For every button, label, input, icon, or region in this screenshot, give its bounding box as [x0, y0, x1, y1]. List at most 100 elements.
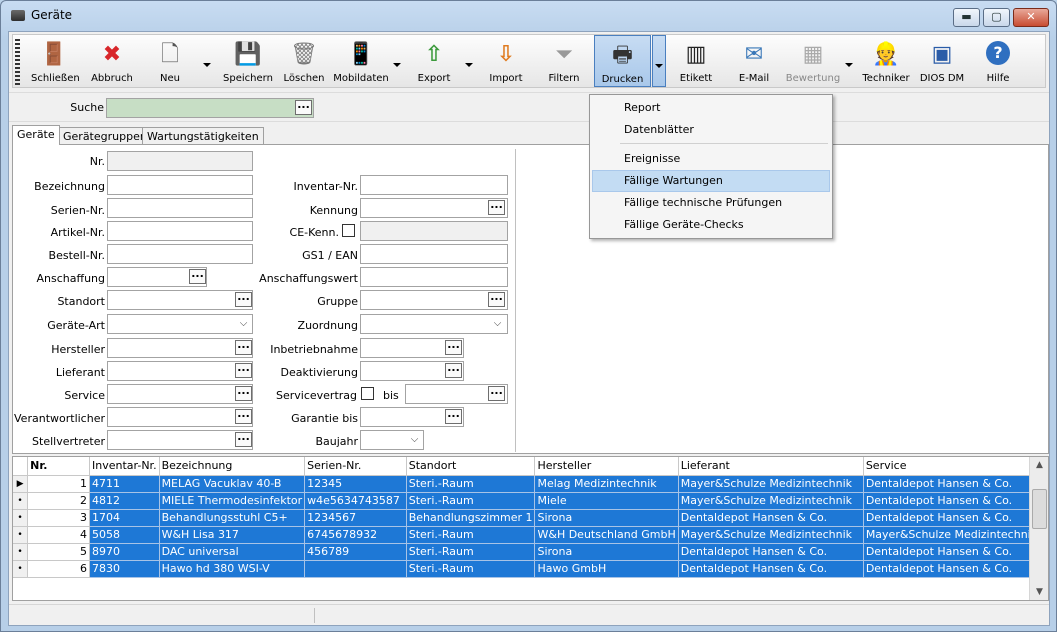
table-row[interactable]: • 3 1704 Behandlungsstuhl C5+ 1234567 Be… — [13, 509, 1048, 527]
cell-hersteller[interactable]: Sirona — [534, 509, 679, 527]
search-input[interactable] — [106, 98, 314, 118]
cell-seriennr[interactable]: 6745678932 — [304, 526, 407, 544]
anschaffung-date-button[interactable]: ... — [189, 268, 206, 284]
inbetriebnahme-date-button[interactable]: ... — [445, 339, 462, 355]
cell-service[interactable]: Mayer&Schulze Medizintechnik — [863, 526, 1048, 544]
cell-bezeichnung[interactable]: MELAG Vacuklav 40-B — [159, 475, 306, 493]
cell-standort[interactable]: Behandlungszimmer 1 — [406, 509, 536, 527]
cell-standort[interactable]: Steri.-Raum — [406, 560, 536, 578]
neu-dropdown-arrow[interactable] — [203, 63, 211, 67]
cell-seriennr[interactable]: w4e5634743587 — [304, 492, 407, 510]
table-row[interactable]: • 2 4812 MIELE Thermodesinfektor w4e5634… — [13, 492, 1048, 510]
servicevertrag-checkbox[interactable] — [361, 387, 374, 400]
cell-nr[interactable]: 2 — [27, 492, 91, 510]
menu-item-faellige-wartungen[interactable]: Fällige Wartungen — [592, 170, 830, 192]
verantwortlicher-field[interactable] — [107, 407, 253, 427]
toolbar-grip[interactable] — [15, 39, 20, 85]
drucken-button[interactable]: 🖶 Drucken — [594, 35, 651, 87]
tab-wartungstaetigkeiten[interactable]: Wartungstätigkeiten — [142, 127, 264, 145]
cell-lieferant[interactable]: Dentaldepot Hansen & Co. — [678, 543, 864, 561]
col-header-service[interactable]: Service — [863, 457, 1048, 476]
mobildaten-button[interactable]: 📱 Mobildaten — [333, 35, 389, 87]
cell-service[interactable]: Dentaldepot Hansen & Co. — [863, 560, 1048, 578]
cekenn-checkbox[interactable] — [342, 224, 355, 237]
chevron-down-icon[interactable]: ⌵ — [489, 315, 506, 333]
cell-lieferant[interactable]: Dentaldepot Hansen & Co. — [678, 509, 864, 527]
cell-hersteller[interactable]: Sirona — [534, 543, 679, 561]
scroll-down-icon[interactable]: ▼ — [1030, 584, 1048, 600]
minimize-button[interactable]: ▬ — [953, 8, 980, 27]
kennung-ellipsis-button[interactable]: ... — [488, 199, 505, 215]
col-header-seriennr[interactable]: Serien-Nr. — [304, 457, 407, 476]
chevron-down-icon[interactable]: ⌵ — [406, 431, 423, 449]
tab-geraetegruppen[interactable]: Gerätegruppen — [58, 127, 152, 145]
gruppe-ellipsis-button[interactable]: ... — [488, 291, 505, 307]
verantwortlicher-ellipsis-button[interactable]: ... — [235, 408, 252, 424]
cell-hersteller[interactable]: Miele — [534, 492, 679, 510]
filtern-button[interactable]: ⏷ Filtern — [541, 35, 587, 87]
cell-service[interactable]: Dentaldepot Hansen & Co. — [863, 475, 1048, 493]
col-header-standort[interactable]: Standort — [406, 457, 536, 476]
lieferant-ellipsis-button[interactable]: ... — [235, 362, 252, 378]
lieferant-field[interactable] — [107, 361, 253, 381]
cell-bezeichnung[interactable]: MIELE Thermodesinfektor — [159, 492, 306, 510]
cell-standort[interactable]: Steri.-Raum — [406, 492, 536, 510]
col-header-nr[interactable]: Nr. — [27, 457, 91, 476]
title-bar[interactable]: Geräte ▬ ▢ ✕ — [1, 1, 1056, 29]
standort-ellipsis-button[interactable]: ... — [235, 291, 252, 307]
cell-nr[interactable]: 5 — [27, 543, 91, 561]
cell-standort[interactable]: Steri.-Raum — [406, 543, 536, 561]
cell-inventarnr[interactable]: 7830 — [89, 560, 160, 578]
cell-seriennr[interactable]: 1234567 — [304, 509, 407, 527]
export-button[interactable]: ⇧ Export — [411, 35, 457, 87]
neu-button[interactable]: 🗋 Neu — [147, 35, 193, 87]
col-header-lieferant[interactable]: Lieferant — [678, 457, 864, 476]
table-row[interactable]: • 6 7830 Hawo hd 380 WSI-V Steri.-Raum H… — [13, 560, 1048, 578]
gruppe-field[interactable] — [360, 290, 508, 310]
cell-service[interactable]: Dentaldepot Hansen & Co. — [863, 492, 1048, 510]
deaktivierung-date-button[interactable]: ... — [445, 362, 462, 378]
cell-inventarnr[interactable]: 5058 — [89, 526, 160, 544]
kennung-field[interactable] — [360, 198, 508, 218]
cell-inventarnr[interactable]: 4812 — [89, 492, 160, 510]
cell-seriennr[interactable] — [304, 560, 407, 578]
zuordnung-select[interactable] — [360, 314, 508, 334]
artikelnr-field[interactable] — [107, 221, 253, 241]
table-vertical-scrollbar[interactable]: ▲ ▼ — [1029, 457, 1048, 600]
cell-nr[interactable]: 6 — [27, 560, 91, 578]
close-window-button[interactable]: ✕ — [1013, 8, 1049, 27]
menu-item-datenblaetter[interactable]: Datenblätter — [592, 119, 830, 141]
diosdm-button[interactable]: ▣ DIOS DM — [917, 35, 967, 87]
email-button[interactable]: ✉ E-Mail — [729, 35, 779, 87]
col-header-hersteller[interactable]: Hersteller — [534, 457, 679, 476]
cell-lieferant[interactable]: Mayer&Schulze Medizintechnik — [678, 526, 864, 544]
hilfe-button[interactable]: ? Hilfe — [975, 35, 1021, 87]
cell-lieferant[interactable]: Mayer&Schulze Medizintechnik — [678, 492, 864, 510]
stellvertreter-ellipsis-button[interactable]: ... — [235, 431, 252, 447]
cell-hersteller[interactable]: Melag Medizintechnik — [534, 475, 679, 493]
cell-bezeichnung[interactable]: Hawo hd 380 WSI-V — [159, 560, 306, 578]
anschaffungswert-field[interactable] — [360, 267, 508, 287]
cell-nr[interactable]: 4 — [27, 526, 91, 544]
table-row[interactable]: • 5 8970 DAC universal 456789 Steri.-Rau… — [13, 543, 1048, 561]
cell-lieferant[interactable]: Dentaldepot Hansen & Co. — [678, 560, 864, 578]
cell-hersteller[interactable]: Hawo GmbH — [534, 560, 679, 578]
cell-seriennr[interactable]: 456789 — [304, 543, 407, 561]
techniker-button[interactable]: 👷 Techniker — [861, 35, 911, 87]
scroll-thumb[interactable] — [1032, 489, 1047, 529]
cell-lieferant[interactable]: Mayer&Schulze Medizintechnik — [678, 475, 864, 493]
tab-geraete[interactable]: Geräte — [12, 125, 60, 145]
speichern-button[interactable]: 💾 Speichern — [221, 35, 275, 87]
stellvertreter-field[interactable] — [107, 430, 253, 450]
bezeichnung-field[interactable] — [107, 175, 253, 195]
abbruch-button[interactable]: ✖ Abbruch — [89, 35, 135, 87]
menu-item-ereignisse[interactable]: Ereignisse — [592, 148, 830, 170]
cell-service[interactable]: Dentaldepot Hansen & Co. — [863, 509, 1048, 527]
geraeteart-select[interactable] — [107, 314, 253, 334]
bestellnr-field[interactable] — [107, 244, 253, 264]
menu-item-faellige-geraete-checks[interactable]: Fällige Geräte-Checks — [592, 214, 830, 236]
cell-inventarnr[interactable]: 1704 — [89, 509, 160, 527]
import-button[interactable]: ⇩ Import — [483, 35, 529, 87]
scroll-up-icon[interactable]: ▲ — [1030, 457, 1048, 473]
etikett-button[interactable]: ▥ Etikett — [673, 35, 719, 87]
